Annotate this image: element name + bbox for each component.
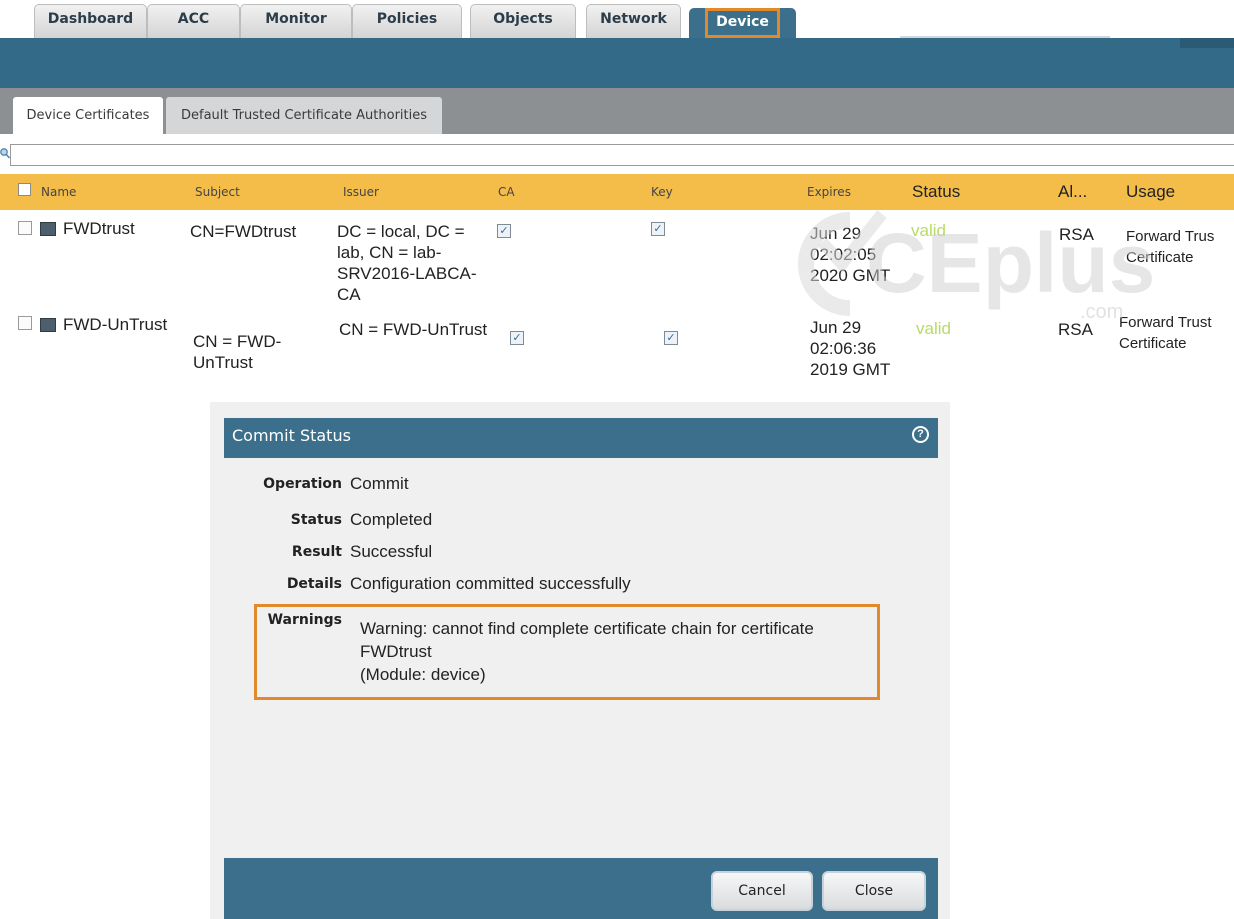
cell-issuer: DC = local, DC = lab, CN = lab- SRV2016-… <box>337 222 477 304</box>
column-name[interactable]: Name <box>41 174 76 210</box>
cancel-button[interactable]: Cancel <box>711 871 813 911</box>
header-banner <box>0 38 1234 88</box>
column-status[interactable]: Status <box>912 174 960 210</box>
help-icon[interactable]: ? <box>912 426 929 443</box>
cell-expires: Jun 29 02:02:05 2020 GMT <box>810 224 891 285</box>
tab-acc[interactable]: ACC <box>147 4 240 38</box>
status-value: Completed <box>350 510 433 529</box>
tab-device-label: Device <box>705 8 780 38</box>
cell-status: valid <box>911 221 946 240</box>
details-label: Details <box>286 576 342 592</box>
svg-text:.com: .com <box>1080 301 1123 320</box>
cell-name[interactable]: FWD-UnTrust <box>63 314 167 335</box>
select-all-checkbox[interactable] <box>18 183 31 196</box>
certificate-icon <box>40 318 56 332</box>
search-icon <box>0 148 10 159</box>
result-value: Successful <box>350 542 433 561</box>
column-issuer[interactable]: Issuer <box>343 174 379 210</box>
key-checkbox: ✓ <box>664 331 678 345</box>
column-expires[interactable]: Expires <box>807 174 851 210</box>
tab-monitor[interactable]: Monitor <box>240 4 352 38</box>
dialog-title: Commit Status <box>232 426 351 445</box>
column-ca[interactable]: CA <box>498 174 515 210</box>
tab-default-trusted-cas[interactable]: Default Trusted Certificate Authorities <box>166 97 442 134</box>
banner-corner <box>1180 38 1234 48</box>
warnings-text: Warning: cannot find complete certificat… <box>360 619 814 684</box>
result-label: Result <box>291 544 342 560</box>
cell-algorithm: RSA <box>1058 320 1093 339</box>
cell-name[interactable]: FWDtrust <box>63 218 135 239</box>
tab-objects[interactable]: Objects <box>470 4 576 38</box>
cell-subject: CN = FWD- UnTrust <box>193 332 282 372</box>
tab-dashboard[interactable]: Dashboard <box>34 4 147 38</box>
table-header <box>0 174 1234 210</box>
row-checkbox[interactable] <box>18 316 32 330</box>
column-key[interactable]: Key <box>651 174 673 210</box>
certificate-icon <box>40 222 56 236</box>
search-input[interactable] <box>10 144 1234 166</box>
column-subject[interactable]: Subject <box>195 174 240 210</box>
column-usage[interactable]: Usage <box>1126 174 1175 210</box>
cell-algorithm: RSA <box>1059 225 1094 244</box>
operation-label: Operation <box>263 476 342 492</box>
cell-subject: CN=FWDtrust <box>190 222 297 241</box>
column-algorithm[interactable]: Al... <box>1058 174 1087 210</box>
operation-value: Commit <box>350 474 409 493</box>
ca-checkbox: ✓ <box>497 224 511 238</box>
tab-network[interactable]: Network <box>586 4 681 38</box>
close-button[interactable]: Close <box>822 871 926 911</box>
ca-checkbox: ✓ <box>510 331 524 345</box>
warnings-label: Warnings <box>267 612 342 628</box>
tab-device[interactable]: Device <box>689 8 796 38</box>
cell-status: valid <box>916 319 951 338</box>
status-label: Status <box>290 512 342 528</box>
cell-usage: Forward Trus Certificate <box>1126 228 1215 266</box>
details-value: Configuration committed successfully <box>350 574 631 593</box>
tab-device-certificates[interactable]: Device Certificates <box>13 97 163 134</box>
key-checkbox: ✓ <box>651 222 665 236</box>
svg-text:CEplus: CEplus <box>866 216 1155 310</box>
cell-expires: Jun 29 02:06:36 2019 GMT <box>810 318 891 379</box>
row-checkbox[interactable] <box>18 221 32 235</box>
tab-policies[interactable]: Policies <box>352 4 462 38</box>
cell-usage: Forward Trust Certificate <box>1119 314 1212 352</box>
cell-issuer: CN = FWD-UnTrust <box>339 320 488 339</box>
